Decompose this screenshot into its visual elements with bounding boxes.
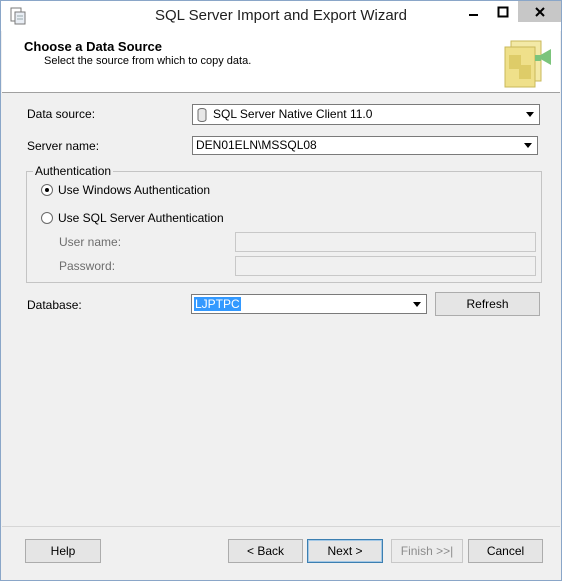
minimize-button[interactable]: [460, 1, 488, 22]
title-bar: SQL Server Import and Export Wizard: [1, 1, 561, 31]
maximize-icon: [497, 6, 509, 17]
help-button[interactable]: Help: [25, 539, 101, 563]
wizard-package-icon: [504, 40, 551, 88]
wizard-header: Choose a Data Source Select the source f…: [2, 31, 560, 93]
database-label: Database:: [27, 298, 82, 312]
finish-button[interactable]: Finish >>|: [391, 539, 463, 563]
windows-auth-label[interactable]: Use Windows Authentication: [58, 183, 210, 197]
data-source-value: SQL Server Native Client 11.0: [213, 107, 373, 121]
server-name-value: DEN01ELN\MSSQL08: [196, 138, 317, 152]
sql-auth-label[interactable]: Use SQL Server Authentication: [58, 211, 224, 225]
page-title: Choose a Data Source: [24, 39, 162, 54]
wizard-window: SQL Server Import and Export Wizard Choo…: [0, 0, 562, 581]
maximize-button[interactable]: [489, 1, 517, 22]
refresh-button[interactable]: Refresh: [435, 292, 540, 316]
windows-auth-radio[interactable]: [41, 184, 53, 196]
chevron-down-icon[interactable]: [522, 106, 538, 123]
user-name-label: User name:: [59, 235, 122, 249]
data-source-dropdown[interactable]: SQL Server Native Client 11.0: [192, 104, 540, 125]
cancel-button[interactable]: Cancel: [468, 539, 543, 563]
password-label: Password:: [59, 259, 116, 273]
close-icon: [534, 6, 545, 17]
data-source-label: Data source:: [27, 107, 96, 121]
next-button[interactable]: Next >: [307, 539, 383, 563]
user-name-input[interactable]: [235, 232, 536, 252]
back-button[interactable]: < Back: [228, 539, 303, 563]
authentication-group-label: Authentication: [33, 164, 114, 178]
footer-separator: [2, 526, 560, 527]
database-value[interactable]: LJPTPC: [194, 297, 241, 311]
server-name-dropdown[interactable]: DEN01ELN\MSSQL08: [192, 136, 538, 155]
chevron-down-icon[interactable]: [520, 138, 536, 153]
server-name-label: Server name:: [27, 139, 100, 153]
sql-auth-radio[interactable]: [41, 212, 53, 224]
page-subtitle: Select the source from which to copy dat…: [44, 55, 252, 67]
chevron-down-icon[interactable]: [409, 296, 425, 312]
database-cylinder-icon: [197, 108, 207, 122]
database-dropdown[interactable]: LJPTPC: [191, 294, 427, 314]
password-input[interactable]: [235, 256, 536, 276]
close-button[interactable]: [518, 1, 561, 22]
minimize-icon: [469, 13, 478, 16]
